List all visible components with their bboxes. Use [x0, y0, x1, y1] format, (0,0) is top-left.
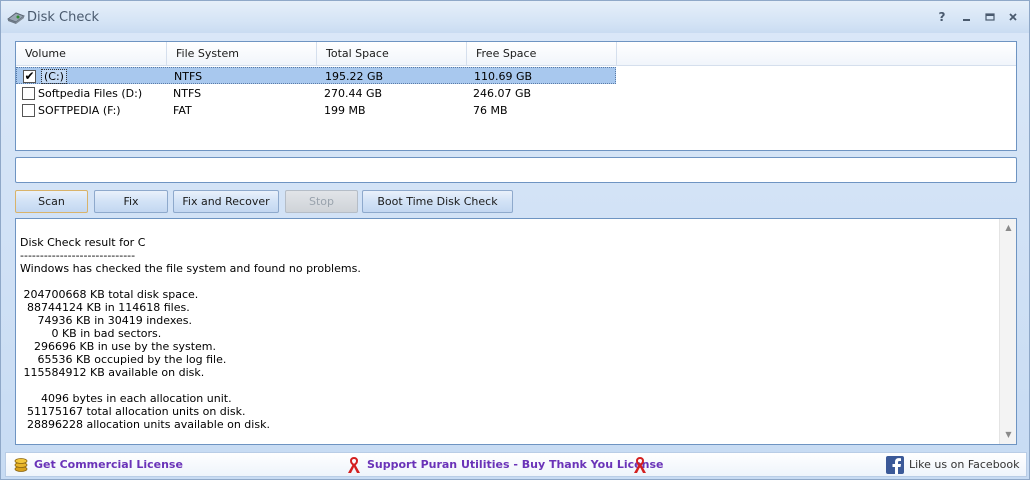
- volume-total-space: 195.22 GB: [325, 70, 384, 83]
- volume-list[interactable]: Volume File System Total Space Free Spac…: [15, 41, 1017, 151]
- column-header-total-space[interactable]: Total Space: [317, 42, 467, 66]
- column-header-file-system[interactable]: File System: [167, 42, 317, 66]
- scan-button[interactable]: Scan: [15, 190, 88, 213]
- support-puran-utilities-link[interactable]: Support Puran Utilities - Buy Thank You …: [367, 457, 663, 473]
- disk-app-icon: [7, 12, 25, 24]
- volume-file-system: FAT: [173, 104, 192, 117]
- coins-icon: [14, 458, 28, 472]
- volume-list-header: Volume File System Total Space Free Spac…: [16, 42, 1016, 66]
- volume-total-space: 199 MB: [324, 104, 366, 117]
- column-header-volume[interactable]: Volume: [16, 42, 167, 66]
- volume-total-space: 270.44 GB: [324, 87, 383, 100]
- volume-free-space: 246.07 GB: [473, 87, 532, 100]
- scroll-up-arrow-icon[interactable]: ▲: [1000, 221, 1017, 235]
- footer-bar: Get Commercial License Support Puran Uti…: [5, 452, 1027, 477]
- minimize-icon: [963, 19, 970, 21]
- volume-name: SOFTPEDIA (F:): [38, 104, 121, 117]
- volume-checkbox[interactable]: ✔: [23, 70, 36, 83]
- facebook-icon[interactable]: [886, 456, 904, 474]
- volume-file-system: NTFS: [173, 87, 202, 100]
- volume-row[interactable]: ✔ (C:) NTFS 195.22 GB 110.69 GB: [16, 67, 616, 84]
- result-output-pane[interactable]: Disk Check result for C ----------------…: [15, 218, 1017, 445]
- ribbon-icon: [634, 456, 646, 473]
- column-header-free-space[interactable]: Free Space: [467, 42, 617, 66]
- progress-status-field: [15, 157, 1017, 183]
- ribbon-icon: [348, 456, 360, 473]
- like-us-on-facebook-link[interactable]: Like us on Facebook: [909, 457, 1020, 473]
- boot-time-disk-check-button[interactable]: Boot Time Disk Check: [362, 190, 513, 213]
- title-bar: Disk Check ?: [1, 1, 1029, 33]
- maximize-icon: [985, 13, 995, 21]
- volume-checkbox[interactable]: [22, 104, 35, 117]
- volume-free-space: 110.69 GB: [474, 70, 533, 83]
- scroll-down-arrow-icon[interactable]: ▼: [1000, 428, 1017, 442]
- result-text: Disk Check result for C ----------------…: [20, 236, 361, 431]
- help-button[interactable]: ?: [933, 9, 951, 25]
- get-commercial-license-link[interactable]: Get Commercial License: [34, 457, 183, 473]
- volume-file-system: NTFS: [174, 70, 203, 83]
- maximize-button[interactable]: [981, 9, 999, 25]
- fix-button[interactable]: Fix: [94, 190, 168, 213]
- close-icon: [1009, 13, 1017, 21]
- volume-row[interactable]: SOFTPEDIA (F:) FAT 199 MB 76 MB: [16, 102, 616, 119]
- minimize-button[interactable]: [958, 9, 976, 25]
- volume-checkbox[interactable]: [22, 87, 35, 100]
- stop-button[interactable]: Stop: [285, 190, 358, 213]
- volume-row[interactable]: Softpedia Files (D:) NTFS 270.44 GB 246.…: [16, 85, 616, 102]
- window-title: Disk Check: [27, 10, 100, 25]
- close-button[interactable]: [1004, 9, 1022, 25]
- volume-free-space: 76 MB: [473, 104, 508, 117]
- volume-name: Softpedia Files (D:): [38, 87, 143, 100]
- disk-check-window: Disk Check ? Volume File System Total Sp…: [0, 0, 1030, 480]
- fix-and-recover-button[interactable]: Fix and Recover: [173, 190, 279, 213]
- volume-name: (C:): [41, 69, 67, 84]
- vertical-scrollbar[interactable]: ▲ ▼: [999, 219, 1016, 444]
